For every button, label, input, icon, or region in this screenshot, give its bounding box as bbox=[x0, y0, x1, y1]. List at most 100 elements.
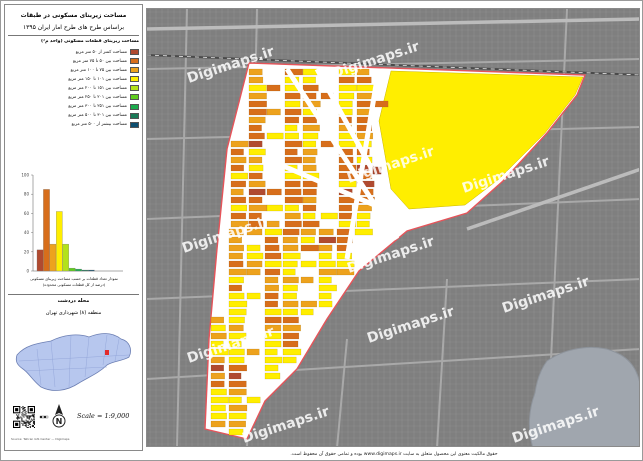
parcel bbox=[302, 212, 316, 220]
parcel bbox=[266, 84, 281, 92]
parcel bbox=[374, 100, 389, 108]
y-tick-label: 100 bbox=[21, 173, 29, 178]
parcel bbox=[248, 164, 264, 172]
parcel bbox=[282, 356, 297, 364]
parcel bbox=[264, 372, 281, 380]
parcel bbox=[264, 260, 282, 268]
parcel bbox=[228, 292, 245, 300]
parcel bbox=[264, 364, 279, 372]
legend-item: مساحت بین ۱۵۱ تا ۲۰۰ متر مربع bbox=[11, 84, 139, 93]
legend-item: مساحت بین ۲۰۱ تا ۲۵۰ متر مربع bbox=[11, 93, 139, 102]
legend-swatch bbox=[130, 85, 139, 92]
parcel bbox=[228, 260, 244, 268]
parcel bbox=[284, 196, 303, 204]
parcel bbox=[302, 68, 318, 76]
legend-label: مساحت بین ۱۰۱ تا ۱۵۰ متر مربع bbox=[68, 76, 127, 82]
chart-bar bbox=[43, 189, 50, 272]
parcel bbox=[248, 140, 263, 148]
parcel bbox=[318, 284, 337, 292]
parcel bbox=[228, 244, 245, 252]
parcel bbox=[302, 148, 318, 156]
legend-swatch bbox=[130, 76, 139, 83]
parcel bbox=[246, 268, 261, 276]
parcel bbox=[282, 332, 300, 340]
legend-label: مساحت کمتر از ۵۰ متر مربع bbox=[75, 49, 127, 55]
legend-label: مساحت بین ۳۰۱ تا ۵۰۰ متر مربع bbox=[68, 113, 127, 119]
parcel bbox=[284, 180, 301, 188]
y-tick-label: 60 bbox=[24, 211, 30, 216]
parcel bbox=[284, 156, 303, 164]
parcel bbox=[210, 412, 227, 420]
parcel bbox=[248, 68, 263, 76]
region-name: منطقه (۸) شهرداری تهران bbox=[45, 310, 102, 316]
parcel bbox=[246, 348, 260, 356]
parcel bbox=[248, 180, 266, 188]
parcel bbox=[230, 188, 244, 196]
parcel bbox=[266, 188, 282, 196]
parcel bbox=[264, 340, 282, 348]
parcel bbox=[300, 228, 316, 236]
parcel bbox=[228, 300, 248, 308]
legend-item: مساحت بین ۷۵ تا ۱۰۰ متر مربع bbox=[11, 66, 139, 75]
y-tick-label: 80 bbox=[24, 192, 30, 197]
parcel bbox=[320, 212, 338, 220]
parcel bbox=[210, 364, 224, 372]
map-svg: Digimaps.ir Digimaps.irDigimaps.ir Digimap… bbox=[147, 9, 639, 446]
parcel bbox=[230, 140, 249, 148]
map-sheet: مساحت زیربنای مسکونی در طبقات براساس طرح… bbox=[0, 0, 643, 461]
parcel bbox=[228, 308, 247, 316]
parcel bbox=[338, 84, 357, 92]
neighborhood-name: محله دردشت bbox=[57, 298, 90, 304]
parcel bbox=[228, 372, 242, 380]
area-distribution-chart: 100 80 60 40 20 0 bbox=[21, 173, 123, 274]
parcel bbox=[302, 132, 319, 140]
parcel bbox=[228, 420, 246, 428]
parcel bbox=[302, 156, 316, 164]
parcel bbox=[246, 244, 261, 252]
parcel bbox=[230, 148, 244, 156]
parcel bbox=[282, 260, 298, 268]
parcel bbox=[248, 76, 264, 84]
parcel bbox=[248, 116, 266, 124]
tehran-locator-map bbox=[11, 321, 138, 399]
parcel bbox=[264, 300, 279, 308]
parcel bbox=[356, 76, 372, 84]
parcel bbox=[230, 172, 248, 180]
chart-bar bbox=[88, 269, 95, 272]
legend-label: مساحت بین ۵۰ تا ۷۵ متر مربع bbox=[72, 58, 127, 64]
parcel bbox=[210, 316, 225, 324]
chart-bar bbox=[62, 243, 69, 272]
parcel bbox=[282, 292, 297, 300]
parcel bbox=[264, 284, 279, 292]
parcel bbox=[228, 388, 247, 396]
legend-label: مساحت بیشتر از ۵۰۰ متر مربع bbox=[71, 122, 127, 128]
parcel bbox=[338, 92, 355, 100]
parcel bbox=[302, 76, 316, 84]
legend-item: مساحت بین ۲۵۱ تا ۳۰۰ متر مربع bbox=[11, 103, 139, 112]
legend-label: مساحت بین ۲۵۱ تا ۳۰۰ متر مربع bbox=[68, 104, 127, 110]
parcel bbox=[210, 404, 226, 412]
legend-label: مساحت بین ۱۵۱ تا ۲۰۰ متر مربع bbox=[68, 85, 127, 91]
parcel bbox=[318, 252, 332, 260]
parcel bbox=[282, 268, 296, 276]
parcel bbox=[284, 124, 298, 132]
parcel bbox=[230, 164, 244, 172]
parcel bbox=[356, 220, 370, 228]
chart-bar bbox=[36, 249, 44, 272]
chart-bar bbox=[68, 267, 76, 272]
parcel bbox=[284, 188, 302, 196]
parcel bbox=[210, 380, 225, 388]
parcel bbox=[264, 316, 282, 324]
parcel bbox=[318, 268, 337, 276]
parcel bbox=[228, 324, 244, 332]
parcel bbox=[264, 268, 281, 276]
parcel bbox=[318, 292, 332, 300]
parcel bbox=[264, 292, 279, 300]
parcel bbox=[230, 180, 247, 188]
legend-item: مساحت بیشتر از ۵۰۰ متر مربع bbox=[11, 121, 139, 130]
parcel bbox=[266, 132, 284, 140]
parcel bbox=[356, 204, 372, 212]
parcel bbox=[228, 396, 242, 404]
map-title: مساحت زیربنای مسکونی در طبقات bbox=[20, 12, 127, 19]
parcel bbox=[302, 220, 320, 228]
